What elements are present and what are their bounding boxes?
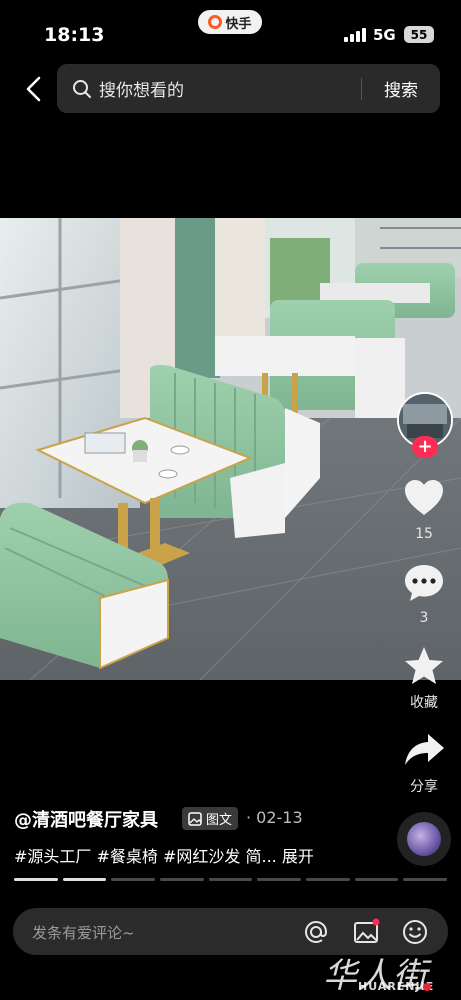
page-indicator-segment bbox=[111, 878, 156, 881]
back-arrow-icon[interactable] bbox=[20, 74, 50, 104]
post-type-label: 图文 bbox=[206, 813, 233, 828]
emoji-icon[interactable] bbox=[401, 918, 429, 946]
search-input[interactable]: 搜你想看的 bbox=[99, 76, 361, 101]
page-indicator-segment bbox=[208, 878, 253, 881]
star-icon[interactable] bbox=[402, 644, 446, 688]
page-indicator-segment bbox=[257, 878, 302, 881]
search-bar[interactable]: 搜你想看的 搜索 bbox=[57, 64, 440, 113]
share-icon[interactable] bbox=[402, 728, 446, 772]
music-disc-icon[interactable] bbox=[397, 812, 451, 866]
kuaishou-logo-icon bbox=[208, 15, 223, 29]
like-count: 15 bbox=[415, 526, 433, 542]
favorite-label: 收藏 bbox=[410, 695, 438, 711]
watermark-dot bbox=[423, 983, 431, 991]
comment-count: 3 bbox=[419, 610, 429, 626]
network-type: 5G bbox=[373, 26, 396, 44]
page-indicator-segment bbox=[306, 878, 350, 881]
image-page-indicator bbox=[14, 878, 448, 881]
page-indicator-segment bbox=[403, 878, 448, 881]
image-icon bbox=[188, 811, 202, 826]
image-picker-icon[interactable] bbox=[352, 918, 380, 946]
follow-plus-button[interactable]: + bbox=[412, 436, 438, 458]
search-icon bbox=[73, 79, 91, 98]
heart-icon[interactable] bbox=[402, 476, 446, 520]
author-name[interactable]: @清酒吧餐厅家具 bbox=[14, 806, 158, 832]
signal-icon bbox=[344, 28, 366, 42]
comment-icon[interactable] bbox=[402, 561, 446, 605]
page-indicator-segment bbox=[62, 878, 107, 881]
search-button[interactable]: 搜索 bbox=[362, 76, 440, 101]
comment-input[interactable]: 发条有爱评论~ bbox=[32, 922, 135, 943]
post-image[interactable] bbox=[0, 218, 461, 680]
restaurant-booth-photo bbox=[0, 218, 461, 680]
hashtags-text[interactable]: #源头工厂 #餐桌椅 #网红沙发 简... 展开 bbox=[14, 843, 314, 867]
page-indicator-segment bbox=[354, 878, 399, 881]
status-time: 18:13 bbox=[44, 24, 105, 46]
mention-icon[interactable] bbox=[302, 918, 330, 946]
app-name: 快手 bbox=[225, 16, 252, 32]
post-date: · 02-13 bbox=[246, 808, 303, 827]
post-type-badge: 图文 bbox=[182, 807, 239, 830]
share-label: 分享 bbox=[410, 779, 438, 795]
battery-icon: 55 bbox=[404, 26, 434, 43]
page-indicator-segment bbox=[160, 878, 204, 881]
page-indicator-segment bbox=[14, 878, 58, 881]
app-badge[interactable]: 快手 bbox=[198, 10, 262, 34]
